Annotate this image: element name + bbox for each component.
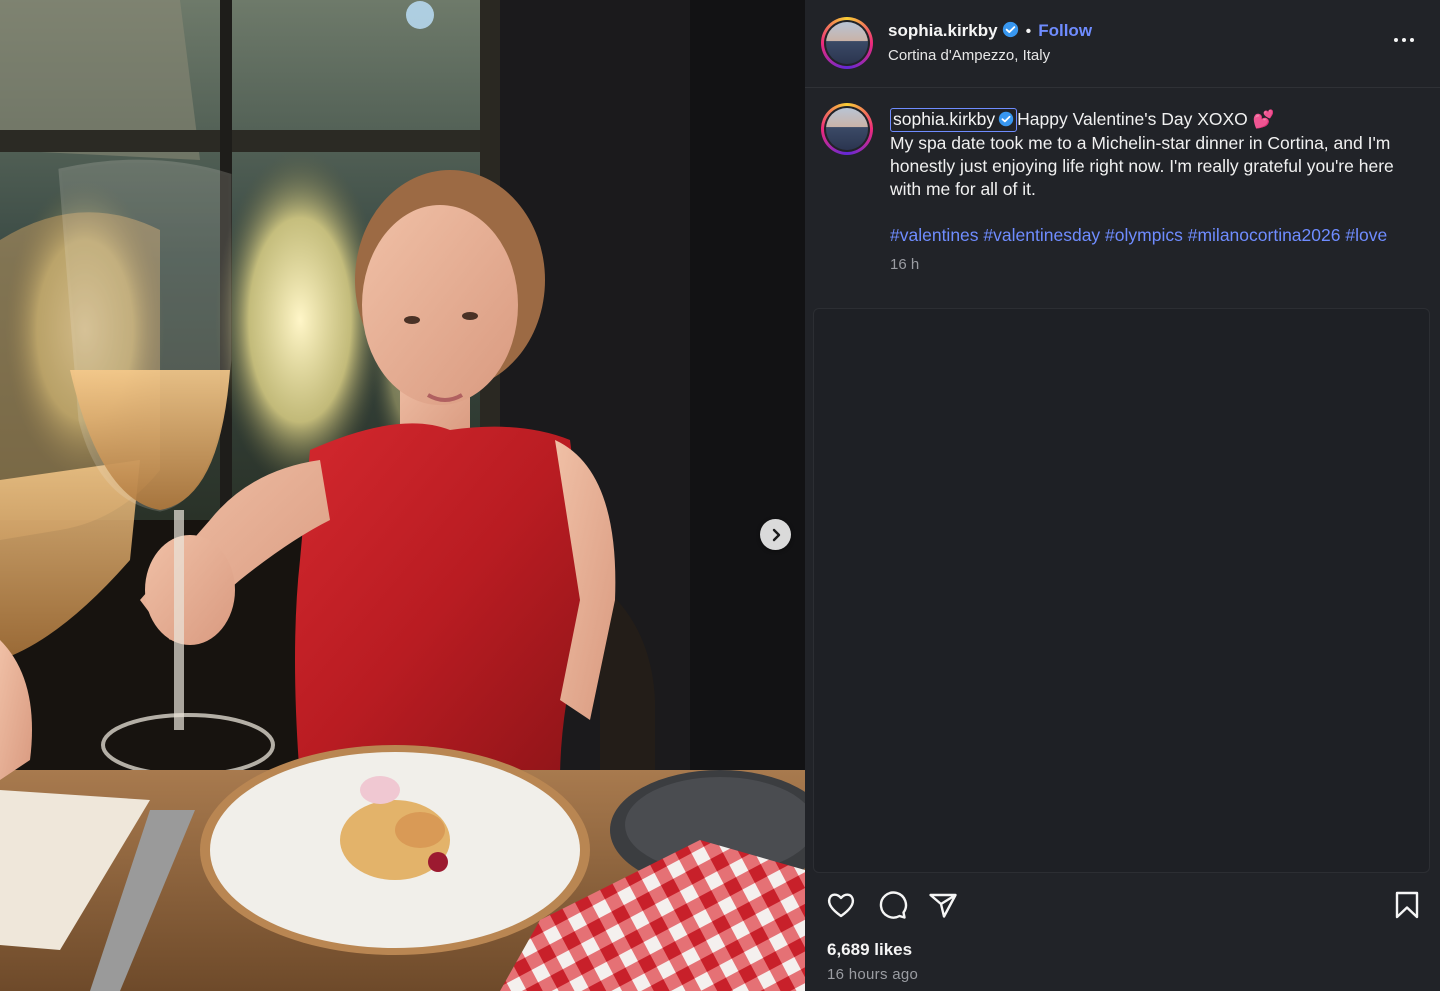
caption: sophia.kirkby Happy Valentine's Day XOXO … (890, 108, 1410, 276)
caption-headline: Happy Valentine's Day XOXO 💕 (1017, 109, 1275, 129)
verified-badge-icon (998, 111, 1014, 131)
caption-first-line: sophia.kirkby Happy Valentine's Day XOXO … (890, 108, 1410, 132)
comments-area[interactable] (813, 308, 1430, 873)
header-username[interactable]: sophia.kirkby (888, 21, 998, 40)
hashtag-link[interactable]: #love (1345, 225, 1387, 245)
post-timestamp: 16 hours ago (827, 966, 919, 983)
bookmark-icon[interactable] (1391, 889, 1423, 921)
heart-icon[interactable] (825, 889, 857, 921)
header-user-line: sophia.kirkby • Follow (888, 21, 1092, 43)
next-photo-button[interactable] (760, 519, 791, 550)
action-bar (805, 885, 1440, 925)
more-options-icon[interactable] (1392, 28, 1416, 52)
hashtag-link[interactable]: #valentines (890, 225, 979, 245)
avatar[interactable] (821, 17, 873, 69)
chevron-right-icon (772, 528, 780, 541)
separator-dot: • (1025, 23, 1032, 40)
likes-count[interactable]: 6,689 likes (827, 940, 912, 960)
caption-avatar[interactable] (821, 103, 873, 155)
hashtag-link[interactable]: #milanocortina2026 (1188, 225, 1341, 245)
verified-badge-icon (1002, 21, 1019, 43)
share-icon[interactable] (927, 889, 959, 921)
photo-illustration (0, 0, 805, 991)
hashtag-link[interactable]: #olympics (1105, 225, 1183, 245)
comment-icon[interactable] (876, 889, 908, 921)
caption-time: 16 h (890, 256, 920, 273)
hashtags: #valentines #valentinesday #olympics #mi… (890, 224, 1410, 247)
follow-button[interactable]: Follow (1038, 21, 1092, 40)
caption-body: My spa date took me to a Michelin-star d… (890, 133, 1394, 199)
post-header: sophia.kirkby • Follow Cortina d'Ampezzo, … (805, 0, 1440, 88)
post-side-panel: sophia.kirkby • Follow Cortina d'Ampezzo, … (805, 0, 1440, 991)
location-link[interactable]: Cortina d'Ampezzo, Italy (888, 47, 1050, 64)
caption-username[interactable]: sophia.kirkby (890, 108, 1018, 132)
post-photo (0, 0, 805, 991)
hashtag-link[interactable]: #valentinesday (983, 225, 1100, 245)
